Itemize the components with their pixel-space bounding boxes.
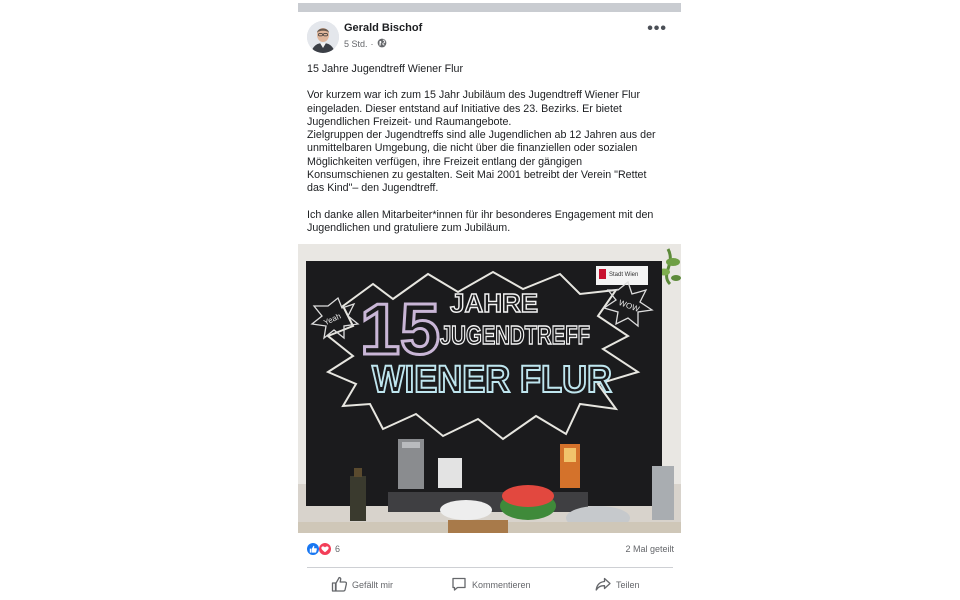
- post-text: 15 Jahre Jugendtreff Wiener Flur Vor kur…: [307, 63, 665, 248]
- chalkboard-photo: Stadt Wien Yeah WOW 15 JAHRE JUGENDTREFF…: [298, 244, 681, 533]
- post-meta: 5 Std. ·: [344, 38, 387, 50]
- post-paragraph-1: Vor kurzem war ich zum 15 Jahr Jubiläum …: [307, 89, 656, 195]
- love-reaction-icon: [319, 543, 331, 555]
- share-button[interactable]: Teilen: [595, 576, 640, 594]
- comment-icon: [451, 576, 467, 594]
- author-name[interactable]: Gerald Bischof: [344, 22, 422, 34]
- city-sign: Stadt Wien: [609, 272, 638, 278]
- reaction-count: 6: [335, 544, 341, 554]
- board-line-1: JAHRE: [450, 288, 538, 318]
- avatar[interactable]: [307, 21, 339, 53]
- globe-icon: [377, 38, 387, 50]
- comment-label: Kommentieren: [472, 580, 531, 590]
- like-reaction-icon: [307, 543, 319, 555]
- thumbs-up-icon: [331, 576, 348, 594]
- action-bar: Gefällt mir Kommentieren Teilen: [298, 576, 681, 596]
- post-title: 15 Jahre Jugendtreff Wiener Flur: [307, 63, 464, 75]
- post-time[interactable]: 5 Std.: [344, 39, 368, 49]
- board-line-2: JUGENDTREFF: [440, 320, 590, 350]
- board-line-3: WIENER FLUR: [372, 359, 612, 401]
- post-card: Gerald Bischof 5 Std. · ••• 15 Jahre Jug…: [298, 0, 681, 600]
- post-photo[interactable]: Stadt Wien Yeah WOW 15 JAHRE JUGENDTREFF…: [298, 244, 681, 533]
- share-label: Teilen: [616, 580, 640, 590]
- post-paragraph-2: Ich danke allen Mitarbeiter*innen für ih…: [307, 208, 654, 234]
- board-number: 15: [360, 290, 440, 370]
- post-stats: 6 2 Mal geteilt: [307, 543, 674, 557]
- comment-button[interactable]: Kommentieren: [451, 576, 531, 594]
- divider: [307, 567, 673, 568]
- like-label: Gefällt mir: [352, 580, 394, 590]
- reactions-summary[interactable]: 6: [307, 543, 340, 555]
- share-count[interactable]: 2 Mal geteilt: [625, 544, 674, 554]
- like-button[interactable]: Gefällt mir: [331, 576, 393, 594]
- meta-separator: ·: [370, 39, 374, 49]
- top-strip: [298, 3, 681, 12]
- post-header: Gerald Bischof 5 Std. · •••: [307, 20, 673, 54]
- share-arrow-icon: [595, 576, 611, 594]
- more-options-button[interactable]: •••: [647, 20, 667, 38]
